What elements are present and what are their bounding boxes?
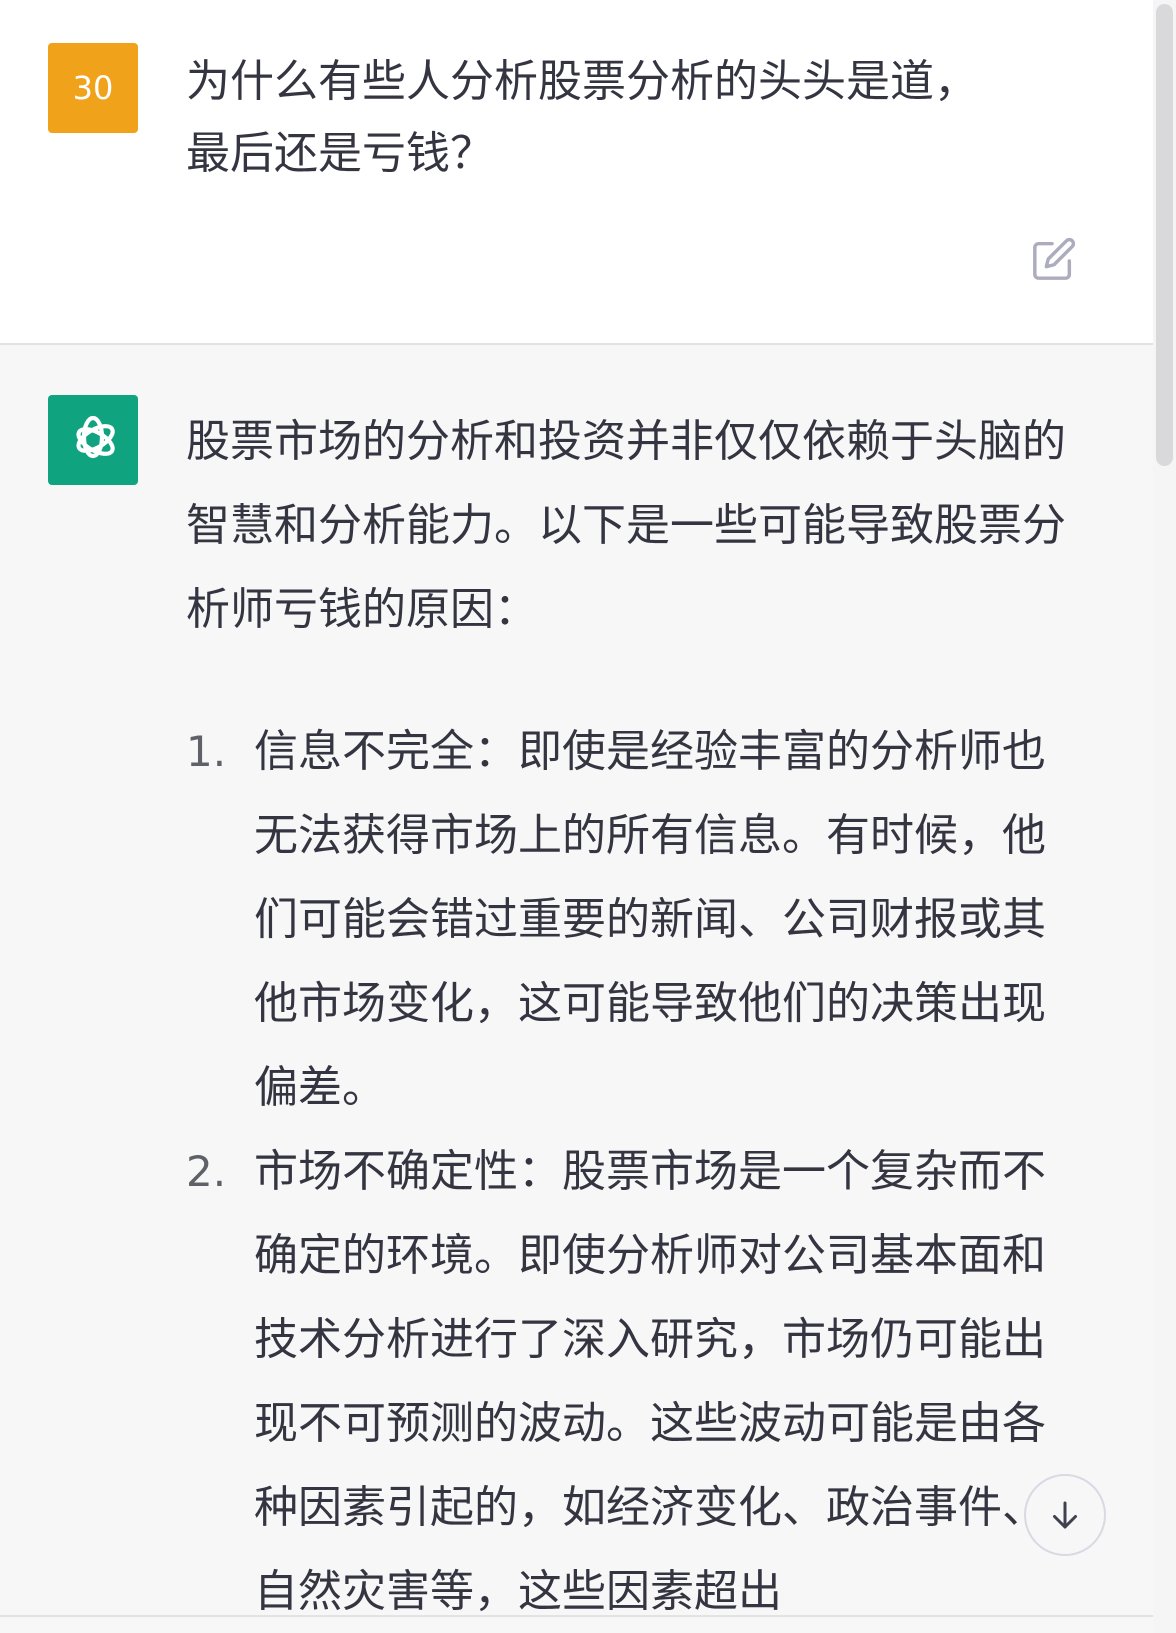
scrollbar-thumb[interactable] — [1156, 4, 1173, 466]
list-item-number: 1. — [186, 727, 227, 776]
openai-logo-icon — [76, 415, 115, 459]
user-avatar: 30 — [48, 43, 138, 133]
list-item-number: 2. — [186, 1147, 227, 1196]
user-avatar-label: 30 — [72, 69, 114, 107]
scroll-to-bottom-button[interactable] — [1024, 1474, 1106, 1556]
edit-icon[interactable] — [1031, 236, 1077, 282]
divider — [0, 1615, 1153, 1617]
list-item: 2. 市场不确定性：股票市场是一个复杂而不确定的环境。即使分析师对公司基本面和技… — [186, 1130, 1086, 1633]
user-question: 为什么有些人分析股票分析的头头是道， 最后还是亏钱？ — [186, 46, 1066, 190]
user-question-line-2: 最后还是亏钱？ — [186, 128, 494, 179]
scrollbar[interactable] — [1153, 0, 1176, 1633]
reasons-list: 1. 信息不完全：即使是经验丰富的分析师也无法获得市场上的所有信息。有时候，他们… — [186, 710, 1086, 1633]
user-message-block: 30 为什么有些人分析股票分析的头头是道， 最后还是亏钱？ — [0, 0, 1153, 345]
arrow-down-icon — [1053, 1501, 1077, 1529]
list-item-text: 市场不确定性：股票市场是一个复杂而不确定的环境。即使分析师对公司基本面和技术分析… — [254, 1146, 1046, 1617]
chat-page: 30 为什么有些人分析股票分析的头头是道， 最后还是亏钱？ 股票市场的分析和投资… — [0, 0, 1176, 1633]
list-item-text: 信息不完全：即使是经验丰富的分析师也无法获得市场上的所有信息。有时候，他们可能会… — [254, 726, 1046, 1113]
list-item: 1. 信息不完全：即使是经验丰富的分析师也无法获得市场上的所有信息。有时候，他们… — [186, 710, 1086, 1130]
assistant-intro: 股票市场的分析和投资并非仅仅依赖于头脑的智慧和分析能力。以下是一些可能导致股票分… — [186, 416, 1066, 635]
user-question-line-1: 为什么有些人分析股票分析的头头是道， — [186, 56, 978, 107]
assistant-avatar — [48, 395, 138, 485]
